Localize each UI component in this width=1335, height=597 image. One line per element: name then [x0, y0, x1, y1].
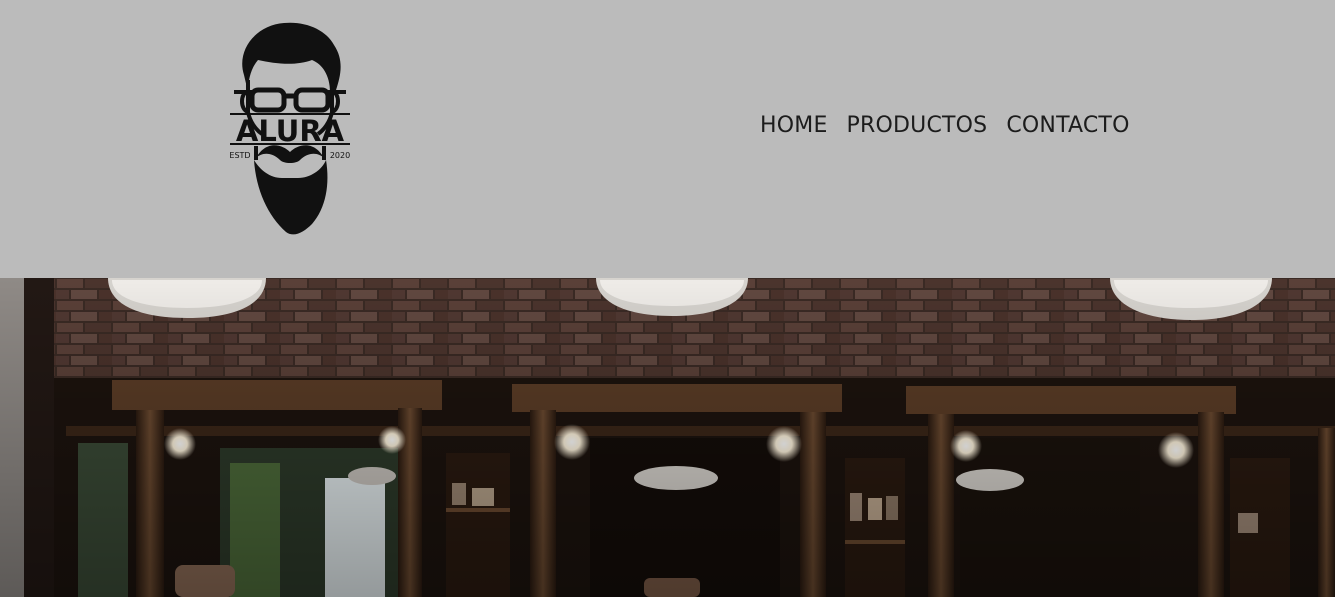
nav-home-link[interactable]: HOME: [760, 112, 828, 140]
nav-productos-link[interactable]: PRODUCTOS: [847, 112, 988, 140]
svg-text:ALURA: ALURA: [236, 114, 345, 148]
barbershop-hero-image: [0, 278, 1335, 597]
svg-text:2020: 2020: [330, 151, 350, 160]
alura-logo[interactable]: ALURA ESTD 2020: [226, 20, 354, 240]
nav-contacto-link[interactable]: CONTACTO: [1006, 112, 1129, 140]
main-nav: HOME PRODUCTOS CONTACTO: [760, 112, 1149, 140]
bearded-man-logo-icon: ALURA ESTD 2020: [229, 22, 350, 235]
svg-text:ESTD: ESTD: [229, 151, 250, 160]
site-header: ALURA ESTD 2020 HOME PRODUCTOS CONTACTO: [0, 0, 1335, 278]
